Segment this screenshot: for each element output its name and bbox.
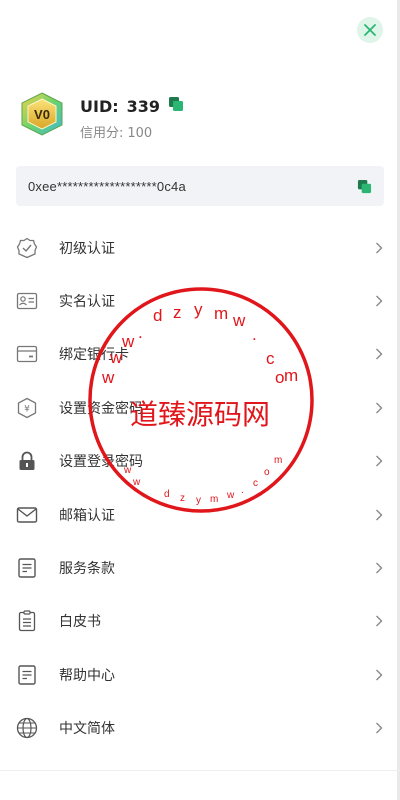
- copy-address-icon[interactable]: [357, 179, 372, 194]
- chevron-right-icon: [376, 562, 383, 574]
- menu-label: 实名认证: [59, 294, 115, 311]
- menu-item-basic-verification[interactable]: 初级认证: [0, 221, 400, 274]
- chevron-right-icon: [376, 669, 383, 681]
- chevron-right-icon: [376, 348, 383, 360]
- chevron-right-icon: [376, 455, 383, 467]
- id-card-icon: [15, 290, 38, 313]
- menu-item-help-center[interactable]: 帮助中心: [0, 648, 400, 701]
- fund-shield-icon: ¥: [15, 396, 38, 419]
- document-icon: [15, 557, 38, 580]
- chevron-right-icon: [376, 722, 383, 734]
- uid-row: UID: 339: [80, 96, 184, 116]
- profile-section: V0 UID: 339 信用分: 100: [18, 92, 378, 142]
- credit-label: 信用分:: [80, 126, 124, 141]
- vip-level-badge: V0: [21, 92, 63, 136]
- bank-card-icon: [15, 343, 38, 366]
- verified-badge-icon: [15, 236, 38, 259]
- uid-label: UID:: [80, 97, 119, 116]
- menu-item-real-name[interactable]: 实名认证: [0, 274, 400, 327]
- menu-item-fund-password[interactable]: ¥ 设置资金密码: [0, 381, 400, 434]
- menu-label: 设置资金密码: [59, 400, 143, 417]
- chevron-right-icon: [376, 509, 383, 521]
- copy-uid-icon[interactable]: [168, 96, 184, 112]
- menu-label: 设置登录密码: [59, 454, 143, 471]
- globe-icon: [15, 717, 38, 740]
- close-icon: [364, 24, 376, 36]
- wallet-address: 0xee*******************0c4a: [28, 178, 186, 194]
- uid-value: 339: [126, 97, 161, 116]
- close-button[interactable]: [357, 17, 383, 43]
- chevron-right-icon: [376, 242, 383, 254]
- chevron-right-icon: [376, 402, 383, 414]
- settings-menu: 初级认证 实名认证 绑定银行卡 ¥ 设置资金密码 设置登录密码 邮箱认证 服务条…: [0, 221, 400, 755]
- menu-item-language[interactable]: 中文简体: [0, 702, 400, 755]
- menu-label: 中文简体: [59, 721, 115, 738]
- badge-label: V0: [34, 107, 50, 122]
- menu-item-bind-bank-card[interactable]: 绑定银行卡: [0, 328, 400, 381]
- menu-label: 绑定银行卡: [59, 347, 129, 364]
- mail-icon: [15, 503, 38, 526]
- menu-item-whitepaper[interactable]: 白皮书: [0, 595, 400, 648]
- menu-item-email-verification[interactable]: 邮箱认证: [0, 488, 400, 541]
- whitepaper-icon: [15, 610, 38, 633]
- menu-label: 服务条款: [59, 561, 115, 578]
- help-document-icon: [15, 663, 38, 686]
- menu-label: 邮箱认证: [59, 507, 115, 524]
- credit-score: 信用分: 100: [80, 122, 152, 141]
- credit-value: 100: [127, 126, 153, 141]
- wallet-address-box: 0xee*******************0c4a: [16, 166, 384, 206]
- menu-label: 帮助中心: [59, 667, 115, 684]
- lock-icon: [15, 450, 38, 473]
- svg-text:¥: ¥: [24, 404, 30, 414]
- chevron-right-icon: [376, 615, 383, 627]
- menu-item-terms-of-service[interactable]: 服务条款: [0, 541, 400, 594]
- menu-label: 初级认证: [59, 240, 115, 257]
- bottom-divider: [0, 770, 400, 771]
- menu-label: 白皮书: [59, 614, 101, 631]
- chevron-right-icon: [376, 295, 383, 307]
- menu-item-login-password[interactable]: 设置登录密码: [0, 435, 400, 488]
